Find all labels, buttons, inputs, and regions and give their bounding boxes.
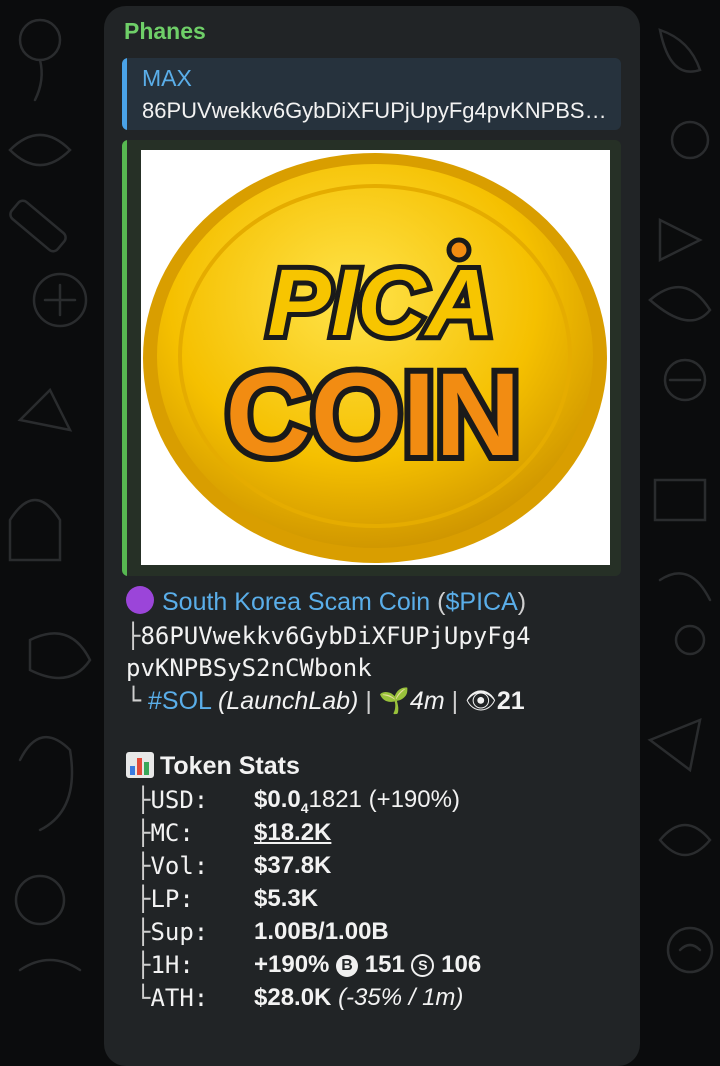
- eye-icon: 👁: [465, 687, 497, 715]
- stats-title: Token Stats: [160, 752, 300, 780]
- stat-label: ATH:: [150, 984, 209, 1012]
- sender-name[interactable]: Phanes: [124, 18, 206, 45]
- token-symbol-link[interactable]: $PICA: [445, 588, 517, 616]
- platform-label: (LaunchLab): [217, 687, 359, 715]
- stat-value: $37.8K: [254, 852, 332, 879]
- tree-corner: └: [126, 686, 142, 715]
- reply-bar: [122, 58, 127, 130]
- buys-icon: B: [336, 955, 359, 977]
- pica-coin-logo: PICA COIN: [143, 153, 607, 563]
- stat-label: USD:: [150, 786, 209, 814]
- address-part-1: 86PUVwekkv6GybDiXFUPjUpyFg4: [140, 622, 531, 650]
- stat-value: $5.3K: [254, 885, 319, 912]
- stats-heading: Token Stats: [126, 752, 300, 781]
- address-line-2[interactable]: pvKNPBSyS2nCWbonk: [126, 654, 372, 682]
- token-image[interactable]: PICA COIN: [141, 150, 610, 565]
- address-part-2: pvKNPBSyS2nCWbonk: [126, 654, 372, 682]
- logo-coin: COIN: [226, 349, 521, 481]
- reply-preview[interactable]: MAX 86PUVwekkv6GybDiXFUPjUpyFg4pvKNPBSyS…: [122, 58, 621, 130]
- link-preview[interactable]: PICA COIN: [122, 140, 621, 576]
- stat-value: 1.00B/1.00B: [254, 918, 389, 945]
- stat-label: MC:: [150, 819, 194, 847]
- bar-chart-icon: [126, 752, 154, 778]
- chain-hashtag[interactable]: #SOL: [148, 687, 211, 715]
- purple-circle-icon: [126, 586, 154, 614]
- stat-label: LP:: [150, 885, 194, 913]
- stat-label: Sup:: [150, 918, 209, 946]
- preview-bar: [122, 140, 127, 576]
- seedling-icon: 🌱: [378, 687, 410, 715]
- reply-text: 86PUVwekkv6GybDiXFUPjUpyFg4pvKNPBSyS2nCW…: [142, 98, 612, 123]
- stat-label: Vol:: [150, 852, 209, 880]
- view-count: 21: [496, 687, 525, 715]
- sells-icon: S: [411, 954, 435, 977]
- token-age: 4m: [409, 687, 445, 715]
- logo-pica: PICA: [268, 250, 495, 356]
- stat-value: $0.041821 (+190%): [254, 786, 460, 816]
- token-title-line: South Korea Scam Coin ($PICA): [126, 586, 526, 617]
- token-name-link[interactable]: South Korea Scam Coin: [162, 588, 430, 616]
- token-meta-line: └ #SOL (LaunchLab) | 🌱4m | 👁21: [126, 686, 525, 715]
- reply-author: MAX: [142, 65, 192, 91]
- stat-label: 1H:: [150, 951, 194, 979]
- address-line-1[interactable]: ├86PUVwekkv6GybDiXFUPjUpyFg4: [126, 622, 531, 650]
- market-cap-link[interactable]: $18.2K: [254, 819, 331, 847]
- stat-value: +190% B 151 S 106: [254, 951, 482, 978]
- stat-value: $28.0K (-35% / 1m): [254, 984, 464, 1011]
